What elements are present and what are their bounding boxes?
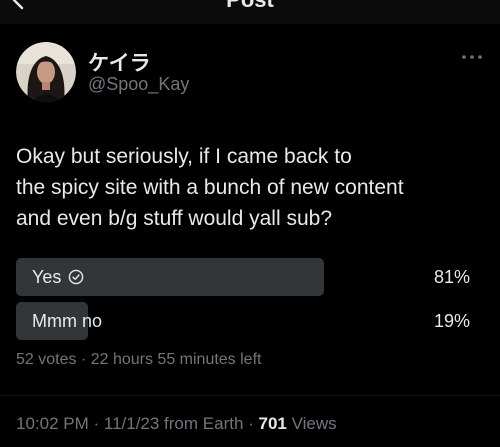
views-count[interactable]: 701 xyxy=(259,414,287,433)
poll-option-label: Yes xyxy=(32,258,84,296)
poll-option-yes[interactable]: Yes 81% xyxy=(16,258,484,296)
divider xyxy=(0,395,500,396)
tweet-text-line: the spicy site with a bunch of new conte… xyxy=(16,176,404,199)
poll-summary: 52 votes · 22 hours 55 minutes left xyxy=(16,351,262,368)
post-page: Post ケイラ @Spoo_Kay Okay but seriously, i… xyxy=(0,0,500,447)
views-label: Views xyxy=(286,414,337,433)
tweet-text-line: Okay but seriously, if I came back to xyxy=(16,145,352,168)
avatar-image xyxy=(16,42,76,102)
tweet-text: Okay but seriously, if I came back to th… xyxy=(16,141,476,234)
top-bar: Post xyxy=(0,0,500,24)
author-handle[interactable]: @Spoo_Kay xyxy=(88,74,189,95)
check-circle-icon xyxy=(69,269,84,285)
post-time-date[interactable]: 10:02 PM · 11/1/23 from Earth · xyxy=(16,414,259,433)
poll-option-text: Yes xyxy=(32,267,62,287)
author-display-name[interactable]: ケイラ xyxy=(88,47,151,77)
poll-option-label: Mmm no xyxy=(32,302,102,340)
poll-option-percent: 19% xyxy=(433,311,470,331)
post-timestamp: 10:02 PM · 11/1/23 from Earth · 701 View… xyxy=(16,414,337,434)
poll-option-text: Mmm no xyxy=(32,311,103,331)
avatar[interactable] xyxy=(16,42,76,102)
more-options-icon[interactable] xyxy=(460,50,484,64)
page-title: Post xyxy=(0,0,500,12)
poll-option-percent: 81% xyxy=(433,267,470,287)
poll-option-no[interactable]: Mmm no 19% xyxy=(16,302,484,340)
tweet-text-line: and even b/g stuff would yall sub? xyxy=(16,207,332,230)
